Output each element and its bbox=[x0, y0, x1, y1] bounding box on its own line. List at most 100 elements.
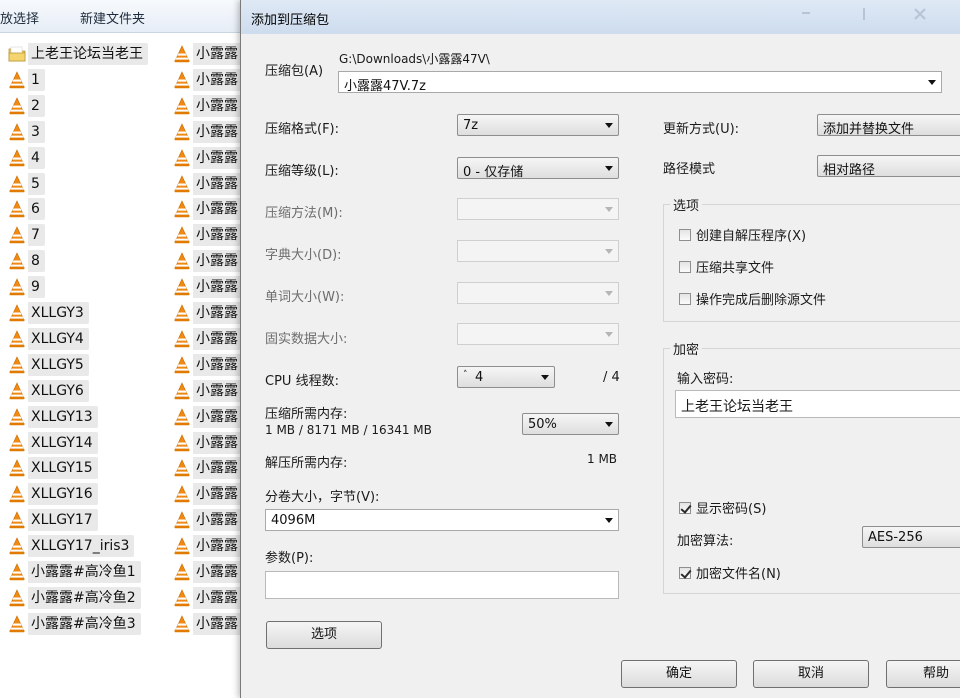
file-item[interactable]: 小露露 bbox=[173, 198, 243, 221]
file-item[interactable]: 4 bbox=[8, 146, 45, 169]
file-name: 小露露 bbox=[193, 379, 243, 402]
update-mode-select[interactable]: 添加并替换文件 bbox=[817, 114, 960, 137]
file-item[interactable]: 小露露 bbox=[173, 379, 243, 402]
file-name: 小露露 bbox=[193, 250, 243, 273]
chevron-down-icon bbox=[541, 375, 549, 380]
file-item[interactable]: 小露露 bbox=[173, 483, 243, 506]
file-item[interactable]: 小露露 bbox=[173, 612, 243, 635]
file-item[interactable]: 小露露#高冷鱼2 bbox=[8, 586, 141, 609]
solid-label: 固实数据大小: bbox=[265, 332, 348, 347]
file-name: XLLGY13 bbox=[28, 405, 98, 428]
show-password-checkbox[interactable]: 显示密码(S) bbox=[679, 498, 766, 517]
file-item[interactable]: 小露露 bbox=[173, 586, 243, 609]
file-item[interactable]: 小露露 bbox=[173, 327, 243, 350]
file-item[interactable]: 9 bbox=[8, 276, 45, 299]
path-mode-select[interactable]: 相对路径 bbox=[817, 155, 960, 178]
vlc-file-icon bbox=[173, 407, 191, 426]
file-item[interactable]: 小露露#高冷鱼1 bbox=[8, 561, 141, 583]
file-name: 9 bbox=[28, 276, 45, 299]
vlc-file-icon bbox=[173, 304, 191, 322]
enc-method-value: AES-256 bbox=[868, 530, 923, 545]
file-name: 小露露 bbox=[193, 535, 243, 558]
file-name: 2 bbox=[28, 94, 45, 117]
file-item[interactable]: 小露露 bbox=[173, 302, 243, 324]
file-item[interactable]: 7 bbox=[8, 224, 45, 247]
file-item[interactable]: 小露露 bbox=[173, 457, 243, 480]
file-item[interactable]: 小露露 bbox=[173, 94, 243, 117]
file-name: XLLGY5 bbox=[28, 353, 89, 376]
file-item[interactable]: XLLGY4 bbox=[8, 327, 89, 350]
vlc-file-icon bbox=[8, 97, 26, 115]
file-item[interactable]: XLLGY17_iris3 bbox=[8, 535, 135, 558]
archive-label: 压缩包(A) bbox=[265, 64, 324, 79]
split-size-combo[interactable]: 4096M bbox=[265, 509, 619, 531]
file-item[interactable]: 小露露 bbox=[173, 535, 243, 558]
file-item[interactable]: 5 bbox=[8, 172, 45, 195]
vlc-file-icon bbox=[173, 252, 191, 270]
file-item[interactable]: 小露露 bbox=[173, 405, 243, 428]
select-button[interactable]: 放选择 bbox=[0, 8, 39, 27]
file-item[interactable]: XLLGY13 bbox=[8, 405, 98, 428]
file-item[interactable]: XLLGY6 bbox=[8, 379, 89, 402]
enc-method-select[interactable]: AES-256 bbox=[862, 526, 960, 548]
params-input[interactable] bbox=[265, 571, 619, 599]
file-item[interactable]: 小露露 bbox=[173, 146, 243, 169]
word-select bbox=[457, 282, 619, 304]
file-item[interactable]: 3 bbox=[8, 120, 45, 143]
file-item[interactable]: 小露露 bbox=[173, 431, 243, 454]
enc-method-label: 加密算法: bbox=[677, 534, 734, 549]
file-item[interactable]: XLLGY16 bbox=[8, 483, 98, 506]
close-icon[interactable] bbox=[905, 3, 935, 25]
file-item[interactable]: 小露露 bbox=[173, 250, 243, 273]
archive-name-combo[interactable]: 小露露47V.7z bbox=[338, 71, 942, 94]
new-folder-button[interactable]: 新建文件夹 bbox=[80, 8, 145, 27]
vlc-file-icon bbox=[173, 278, 191, 296]
file-name: XLLGY16 bbox=[28, 483, 98, 506]
file-item[interactable]: 1 bbox=[8, 68, 45, 91]
file-item[interactable]: 小露露 bbox=[173, 68, 243, 91]
add-to-archive-dialog: 添加到压缩包 压缩包(A) G:\Downloads\小露露47V\ 小露露47… bbox=[240, 0, 960, 698]
file-item[interactable]: 小露露 bbox=[173, 120, 243, 143]
file-item[interactable]: 2 bbox=[8, 94, 45, 117]
file-item[interactable]: 小露露 bbox=[173, 561, 243, 583]
minimize-icon[interactable] bbox=[793, 3, 819, 25]
encrypt-names-checkbox[interactable]: 加密文件名(N) bbox=[679, 563, 781, 582]
vlc-file-icon bbox=[8, 122, 26, 141]
vlc-file-icon bbox=[8, 485, 26, 503]
file-item[interactable]: 8 bbox=[8, 250, 45, 273]
delete-after-checkbox[interactable]: 操作完成后删除源文件 bbox=[679, 289, 826, 308]
file-item[interactable]: 小露露#高冷鱼3 bbox=[8, 612, 141, 635]
ok-button[interactable]: 确定 bbox=[621, 660, 737, 688]
mem-comp-label: 压缩所需内存: bbox=[265, 407, 348, 422]
level-value: 0 - 仅存储 bbox=[463, 165, 524, 180]
vlc-file-icon bbox=[173, 589, 191, 607]
file-item[interactable]: 小露露 bbox=[173, 224, 243, 247]
shared-files-checkbox[interactable]: 压缩共享文件 bbox=[679, 257, 774, 276]
file-item[interactable]: 上老王论坛当老王 bbox=[8, 43, 148, 65]
file-item[interactable]: 小露露 bbox=[173, 43, 243, 65]
file-name: 4 bbox=[28, 146, 45, 169]
vlc-file-icon bbox=[173, 226, 191, 244]
info-icon[interactable] bbox=[851, 3, 877, 25]
file-item[interactable]: 小露露 bbox=[173, 172, 243, 195]
cpu-threads-select[interactable]: ˄ 4 bbox=[457, 366, 555, 388]
file-item[interactable]: XLLGY14 bbox=[8, 431, 98, 454]
password-input[interactable]: 上老王论坛当老王 bbox=[675, 390, 960, 418]
help-button[interactable]: 帮助 bbox=[886, 660, 960, 688]
file-item[interactable]: 小露露 bbox=[173, 276, 243, 299]
sfx-checkbox[interactable]: 创建自解压程序(X) bbox=[679, 225, 806, 244]
memory-percent-select[interactable]: 50% bbox=[522, 413, 619, 435]
cancel-button[interactable]: 取消 bbox=[753, 660, 869, 688]
file-name: 5 bbox=[28, 172, 45, 195]
file-item[interactable]: XLLGY3 bbox=[8, 302, 89, 324]
file-item[interactable]: 6 bbox=[8, 198, 45, 221]
file-item[interactable]: 小露露 bbox=[173, 509, 243, 532]
file-item[interactable]: XLLGY5 bbox=[8, 353, 89, 376]
file-item[interactable]: XLLGY15 bbox=[8, 457, 98, 480]
format-select[interactable]: 7z bbox=[457, 114, 619, 136]
file-name: XLLGY17_iris3 bbox=[28, 535, 135, 558]
file-item[interactable]: 小露露 bbox=[173, 353, 243, 376]
file-item[interactable]: XLLGY17 bbox=[8, 509, 98, 532]
level-select[interactable]: 0 - 仅存储 bbox=[457, 157, 619, 180]
options-button[interactable]: 选项 bbox=[266, 621, 382, 649]
